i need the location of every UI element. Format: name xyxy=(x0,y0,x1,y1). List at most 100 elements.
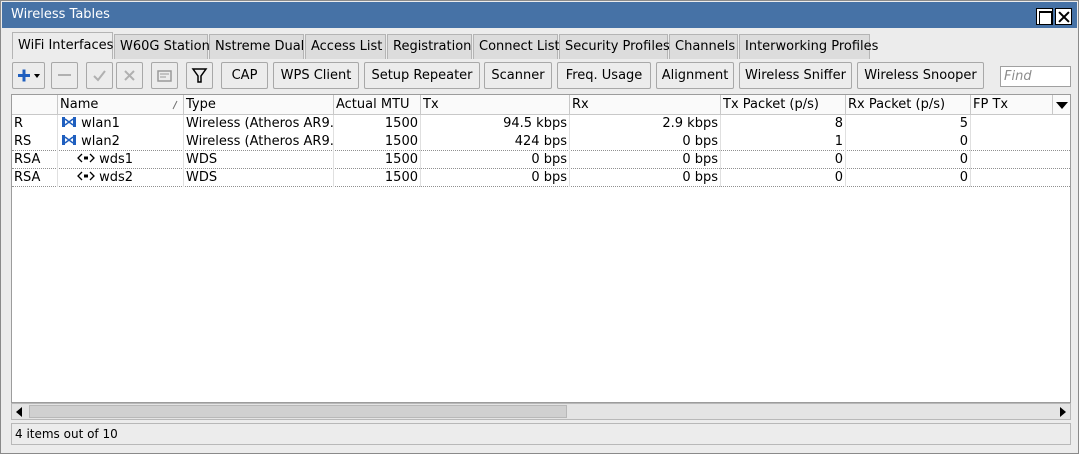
rx-cell: 0 bps xyxy=(570,169,721,187)
type-cell: WDS xyxy=(184,169,334,187)
tx-cell: 94.5 kbps xyxy=(421,115,570,133)
type-cell: Wireless (Atheros AR9... xyxy=(186,115,334,133)
column-header-mtu[interactable]: Actual MTU xyxy=(334,95,421,115)
rx-cell: 0 bps xyxy=(570,133,721,151)
tx-cell: 424 bps xyxy=(421,133,570,151)
disable-button[interactable] xyxy=(116,62,143,89)
mtu-cell: 1500 xyxy=(334,133,421,151)
minus-icon xyxy=(58,74,71,76)
window-title: Wireless Tables xyxy=(11,7,110,22)
flags-cell: RS xyxy=(12,133,58,151)
column-header-tx[interactable]: Tx xyxy=(421,95,570,115)
add-button[interactable] xyxy=(12,62,45,89)
plus-icon xyxy=(18,69,40,82)
tab-nstreme-dual[interactable]: Nstreme Dual xyxy=(209,34,304,59)
table-row[interactable]: RSA wds1 WDS 1500 0 bps 0 bps 0 0 xyxy=(12,151,1070,169)
setup-repeater-button[interactable]: Setup Repeater xyxy=(364,62,480,89)
rx-packet-cell: 0 xyxy=(846,133,971,151)
tab-channels[interactable]: Channels xyxy=(669,34,738,59)
scanner-button[interactable]: Scanner xyxy=(484,62,552,89)
fp-tx-cell xyxy=(971,151,1070,169)
table-row[interactable]: R wlan1 Wireless (Atheros AR9... 1500 94… xyxy=(12,115,1070,133)
name-cell: wds2 xyxy=(58,169,184,187)
name-text: wlan1 xyxy=(81,116,120,131)
column-chooser-button[interactable] xyxy=(1053,95,1070,115)
close-icon[interactable] xyxy=(1055,8,1072,25)
mtu-cell: 1500 xyxy=(334,169,421,187)
status-bar: 4 items out of 10 xyxy=(11,423,1071,445)
wireless-snooper-button[interactable]: Wireless Snooper xyxy=(857,62,984,89)
scroll-right-icon[interactable] xyxy=(1055,405,1069,419)
name-cell: wds1 xyxy=(58,151,184,169)
tab-access-list[interactable]: Access List xyxy=(305,34,386,59)
wds-link-icon xyxy=(77,171,95,181)
wireless-sniffer-button[interactable]: Wireless Sniffer xyxy=(739,62,852,89)
flags-cell: R xyxy=(12,115,58,133)
sort-indicator-icon xyxy=(172,100,178,110)
remove-button[interactable] xyxy=(51,62,78,89)
tab-security-profiles[interactable]: Security Profiles xyxy=(559,34,670,59)
filter-button[interactable] xyxy=(186,62,213,89)
scrollbar-thumb[interactable] xyxy=(29,405,567,418)
comment-button[interactable] xyxy=(151,62,178,89)
alignment-button[interactable]: Alignment xyxy=(656,62,734,89)
wds-link-icon xyxy=(77,153,95,163)
x-icon xyxy=(124,70,135,81)
tab-w60g-station[interactable]: W60G Station xyxy=(114,34,210,59)
table-row[interactable]: RS wlan2 Wireless (Atheros AR9... 1500 4… xyxy=(12,133,1070,151)
column-header-tx-packet[interactable]: Tx Packet (p/s) xyxy=(721,95,846,115)
rx-packet-cell: 5 xyxy=(846,115,971,133)
wireless-interface-icon xyxy=(62,135,76,145)
name-cell: wlan1 xyxy=(58,115,184,133)
type-cell: WDS xyxy=(184,151,334,169)
freq-usage-button[interactable]: Freq. Usage xyxy=(557,62,651,89)
rx-cell: 2.9 kbps xyxy=(570,115,721,133)
tab-wifi-interfaces[interactable]: WiFi Interfaces xyxy=(12,32,113,59)
column-header-name[interactable]: Name xyxy=(58,95,184,115)
tx-cell: 0 bps xyxy=(421,151,570,169)
window-titlebar[interactable]: Wireless Tables xyxy=(2,2,1077,28)
name-text: wlan2 xyxy=(81,134,120,149)
check-icon xyxy=(93,70,106,82)
mtu-cell: 1500 xyxy=(334,115,421,133)
column-header-rx[interactable]: Rx xyxy=(570,95,721,115)
tx-packet-cell: 1 xyxy=(721,133,846,151)
interfaces-table: Name Type Actual MTU Tx Rx Tx Packet (p/… xyxy=(11,94,1071,403)
tab-connect-list[interactable]: Connect List xyxy=(473,34,560,59)
item-count-text: 4 items out of 10 xyxy=(15,427,118,441)
maximize-icon[interactable] xyxy=(1036,8,1053,25)
horizontal-scrollbar[interactable] xyxy=(11,403,1071,420)
comment-icon xyxy=(157,70,172,82)
name-cell: wlan2 xyxy=(58,133,184,151)
find-input[interactable]: Find xyxy=(1000,66,1071,87)
column-header-type[interactable]: Type xyxy=(184,95,334,115)
chevron-down-icon xyxy=(1056,102,1068,109)
column-header-fp-tx[interactable]: FP Tx xyxy=(971,95,1053,115)
type-cell: Wireless (Atheros AR9... xyxy=(186,133,334,151)
column-header-rx-packet[interactable]: Rx Packet (p/s) xyxy=(846,95,971,115)
wireless-tables-window: Wireless Tables WiFi Interfaces W60G Sta… xyxy=(0,0,1079,454)
cap-button[interactable]: CAP xyxy=(221,62,268,89)
wireless-interface-icon xyxy=(62,117,76,127)
name-text: wds1 xyxy=(99,152,134,167)
filter-icon xyxy=(191,68,208,83)
tx-packet-cell: 0 xyxy=(721,151,846,169)
rx-packet-cell: 0 xyxy=(846,169,971,187)
enable-button[interactable] xyxy=(86,62,113,89)
rx-packet-cell: 0 xyxy=(846,151,971,169)
fp-tx-cell xyxy=(971,133,1070,151)
tx-cell: 0 bps xyxy=(421,169,570,187)
rx-cell: 0 bps xyxy=(570,151,721,169)
fp-tx-cell xyxy=(971,115,1070,133)
fp-tx-cell xyxy=(971,169,1070,187)
tx-packet-cell: 0 xyxy=(721,169,846,187)
column-header-flags[interactable] xyxy=(12,95,58,115)
scroll-left-icon[interactable] xyxy=(13,405,27,419)
flags-cell: RSA xyxy=(12,169,58,187)
table-row[interactable]: RSA wds2 WDS 1500 0 bps 0 bps 0 0 xyxy=(12,169,1070,187)
tab-interworking-profiles[interactable]: Interworking Profiles xyxy=(739,34,878,59)
tab-registration[interactable]: Registration xyxy=(387,34,472,59)
flags-cell: RSA xyxy=(12,151,58,169)
wps-client-button[interactable]: WPS Client xyxy=(273,62,359,89)
table-header: Name Type Actual MTU Tx Rx Tx Packet (p/… xyxy=(12,95,1070,115)
